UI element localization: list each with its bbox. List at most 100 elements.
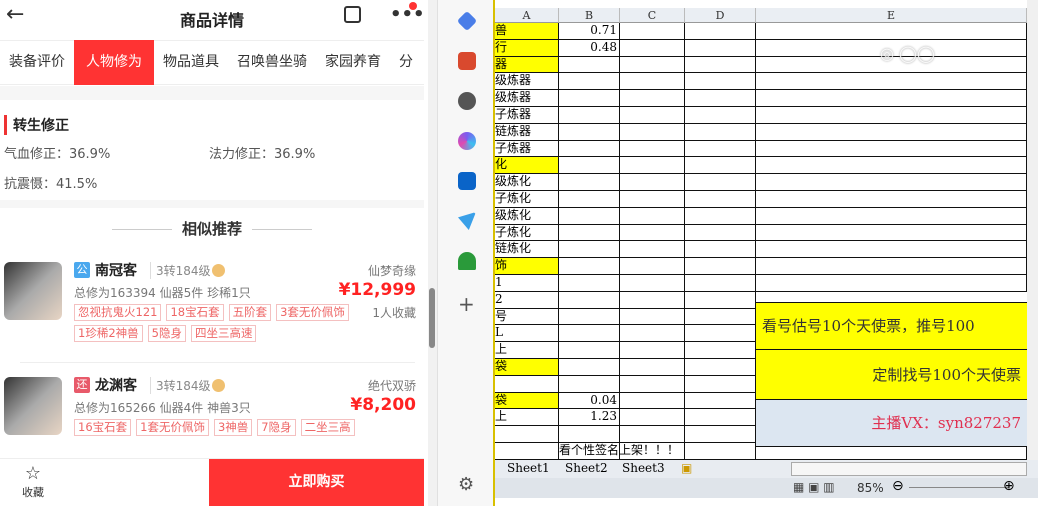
- cell[interactable]: [559, 157, 620, 175]
- tab-item[interactable]: 召唤兽坐骑: [228, 40, 316, 85]
- cell[interactable]: [620, 224, 685, 242]
- cell[interactable]: [685, 73, 756, 91]
- cell[interactable]: [756, 207, 1027, 225]
- cell[interactable]: 化: [495, 157, 559, 175]
- cell[interactable]: [620, 409, 685, 427]
- cell[interactable]: 0.04: [559, 392, 620, 410]
- zoom-slider[interactable]: [909, 487, 1009, 488]
- cell[interactable]: [620, 107, 685, 124]
- cell[interactable]: [756, 292, 1027, 303]
- cell[interactable]: [559, 107, 620, 124]
- cell[interactable]: [495, 426, 559, 443]
- cell[interactable]: [620, 359, 685, 376]
- cell[interactable]: [620, 308, 685, 326]
- cell[interactable]: 行: [495, 39, 559, 57]
- cell[interactable]: [685, 39, 756, 57]
- cell[interactable]: [685, 325, 756, 343]
- cell[interactable]: 级炼器: [495, 73, 559, 91]
- cell[interactable]: 级炼器: [495, 90, 559, 107]
- cell[interactable]: [620, 140, 685, 158]
- cell[interactable]: [685, 409, 756, 427]
- cell[interactable]: [620, 291, 685, 309]
- send-icon[interactable]: [458, 212, 476, 230]
- cell[interactable]: [559, 359, 620, 376]
- cell[interactable]: [685, 275, 756, 292]
- cell[interactable]: [685, 174, 756, 191]
- cell[interactable]: [685, 23, 756, 40]
- tag-icon[interactable]: [456, 10, 478, 32]
- cell[interactable]: [756, 224, 1027, 242]
- zoom-out-icon[interactable]: ⊖: [892, 478, 904, 494]
- toolbox-icon[interactable]: [458, 52, 476, 70]
- zoom-in-icon[interactable]: ⊕: [1003, 478, 1015, 494]
- cell[interactable]: 级炼化: [495, 207, 559, 225]
- cell[interactable]: [559, 375, 620, 393]
- cell[interactable]: [559, 140, 620, 158]
- cell[interactable]: [756, 241, 1027, 259]
- cell[interactable]: [685, 308, 756, 326]
- scrollbar[interactable]: [428, 0, 437, 506]
- cell[interactable]: [685, 291, 756, 309]
- share-icon[interactable]: [344, 6, 361, 23]
- merged-cell[interactable]: 定制找号100个天使票: [756, 350, 1027, 400]
- cell[interactable]: [685, 207, 756, 225]
- cell[interactable]: [756, 258, 1027, 275]
- cell[interactable]: [620, 392, 685, 410]
- tree-icon[interactable]: [458, 252, 476, 270]
- cell[interactable]: [559, 308, 620, 326]
- cell[interactable]: [620, 39, 685, 57]
- cell[interactable]: [756, 123, 1027, 141]
- cell[interactable]: [756, 23, 1027, 40]
- cell[interactable]: [685, 90, 756, 107]
- cell[interactable]: [559, 191, 620, 208]
- cell[interactable]: [756, 191, 1027, 208]
- cell[interactable]: [559, 224, 620, 242]
- cell[interactable]: [559, 325, 620, 343]
- cell[interactable]: 看个性签名上架！！！: [559, 443, 679, 460]
- cell[interactable]: [620, 191, 685, 208]
- vertical-scrollbar[interactable]: [1027, 0, 1038, 460]
- cell[interactable]: [620, 73, 685, 91]
- cell[interactable]: [756, 140, 1027, 158]
- cell[interactable]: [756, 107, 1027, 124]
- cell[interactable]: [685, 258, 756, 275]
- cell[interactable]: [620, 275, 685, 292]
- cell[interactable]: [620, 90, 685, 107]
- cell[interactable]: [685, 392, 756, 410]
- cell[interactable]: [685, 191, 756, 208]
- cell[interactable]: 链炼器: [495, 123, 559, 141]
- cell[interactable]: [620, 241, 685, 259]
- listing-card[interactable]: 公 南冠客 3转184级 总修为163394 仙器5件 珍稀1只 忽视抗鬼火12…: [4, 250, 418, 350]
- cell[interactable]: [620, 23, 685, 40]
- buy-now-button[interactable]: 立即购买: [209, 459, 424, 506]
- merged-cell[interactable]: 主播VX：syn827237: [756, 400, 1027, 447]
- cell[interactable]: 0.71: [559, 23, 620, 40]
- sheet-tab[interactable]: Sheet2: [565, 461, 608, 475]
- listing-card[interactable]: 还 龙渊客 3转184级 总修为165266 仙器4件 神兽3只 16宝石套 1套…: [4, 365, 418, 465]
- cell[interactable]: 上: [495, 409, 559, 427]
- tab-item[interactable]: 物品道具: [154, 40, 228, 85]
- sheet-tab[interactable]: Sheet3: [622, 461, 665, 475]
- cell[interactable]: [685, 224, 756, 242]
- cell[interactable]: [495, 443, 559, 460]
- cell[interactable]: [559, 426, 620, 443]
- sheet-tab[interactable]: Sheet1: [507, 461, 550, 475]
- cell[interactable]: [620, 207, 685, 225]
- cell[interactable]: [756, 174, 1027, 191]
- column-header[interactable]: E: [756, 8, 1027, 23]
- cell[interactable]: [620, 258, 685, 275]
- cell[interactable]: [685, 157, 756, 175]
- cell[interactable]: [756, 90, 1027, 107]
- cell[interactable]: 子炼化: [495, 224, 559, 242]
- cell[interactable]: 上: [495, 342, 559, 359]
- games-icon[interactable]: [458, 92, 476, 110]
- cell[interactable]: [620, 157, 685, 175]
- cell[interactable]: 链炼化: [495, 241, 559, 259]
- tab-item[interactable]: 家园养育: [316, 40, 390, 85]
- outlook-icon[interactable]: [458, 172, 476, 190]
- cell[interactable]: [559, 56, 620, 74]
- cell[interactable]: [685, 359, 756, 376]
- cell[interactable]: [495, 375, 559, 393]
- cell[interactable]: [559, 207, 620, 225]
- cell[interactable]: [559, 342, 620, 359]
